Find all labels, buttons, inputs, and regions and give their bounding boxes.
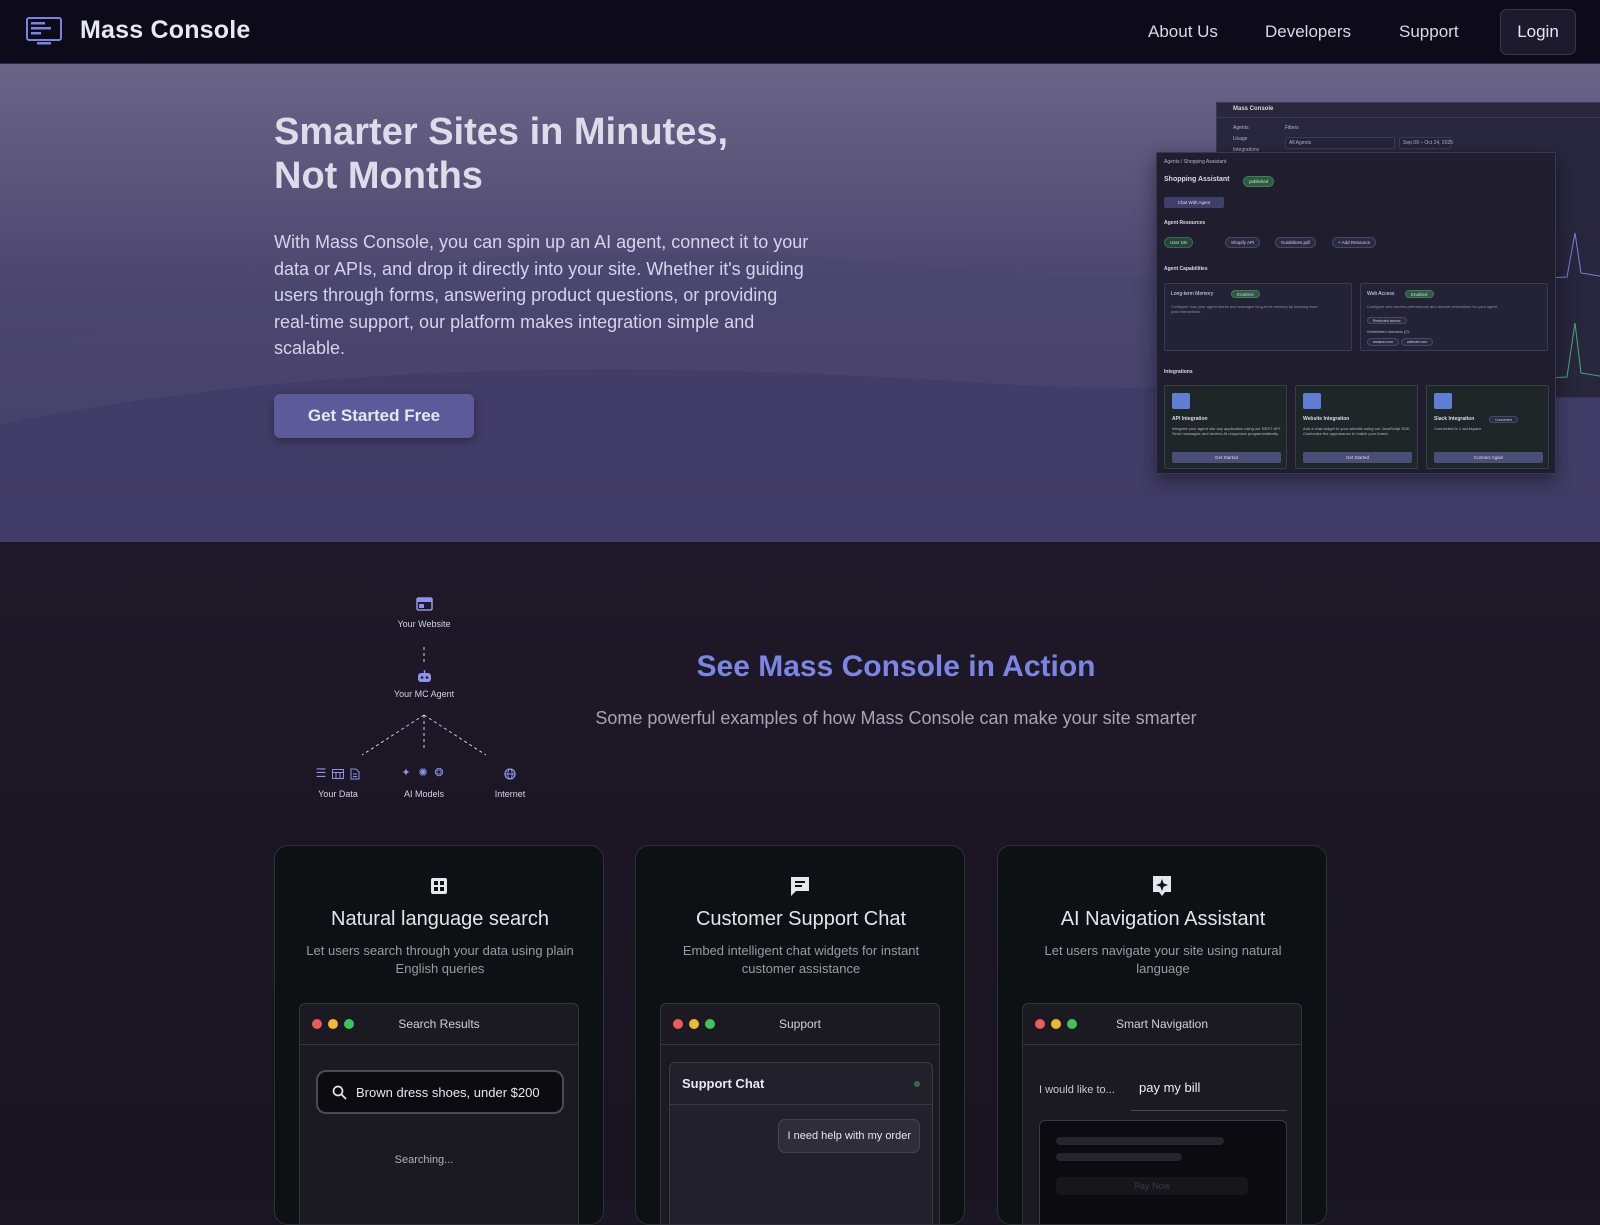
mockup-chat-with-agent-button: Chat With Agent [1164,197,1224,208]
website-icon [416,597,433,611]
mockup-back-menu-usage: Usage [1233,136,1248,142]
skeleton-line [1056,1153,1182,1161]
mockup-back-filters: Filters [1285,125,1299,131]
skeleton-line [1056,1137,1224,1145]
online-status-dot [914,1081,920,1087]
support-demo-window: Support Support Chat I need help with my… [660,1003,940,1224]
navigation-prompt-label: I would like to... [1039,1084,1115,1096]
mockup-api-integration-card: API Integration Integrate your agent int… [1164,385,1287,469]
mockup-back-brand: Mass Console [1233,106,1274,112]
mockup-integrations-title: Integrations [1164,369,1193,375]
window-titlebar: Smart Navigation [1023,1004,1301,1045]
login-button[interactable]: Login [1500,9,1576,55]
mockup-back-menu-agents: Agents [1233,125,1249,131]
search-input[interactable]: Brown dress shoes, under $200 [316,1070,564,1114]
model-icon: ❂ [434,767,444,779]
mockup-published-badge: published [1243,176,1275,187]
globe-icon [504,768,516,780]
card-title: Natural language search [331,908,549,930]
mockup-add-resource-button: + Add Resource [1332,237,1377,248]
monitor-logo-icon[interactable] [26,17,62,46]
mockup-capability-memory: Long-term Memory Enabled Configure how y… [1164,283,1352,351]
sparkle-navigation-icon [1153,876,1171,896]
mockup-back-agent-select: All Agents [1285,137,1395,149]
top-navbar: Mass Console About Us Developers Support… [0,0,1600,64]
mockup-slack-integration-card: Slack Integration Connected Connected to… [1426,385,1549,469]
brain-icon: ✺ [418,767,428,779]
section-title: See Mass Console in Action [696,650,1096,683]
card-title: Customer Support Chat [695,908,907,930]
diagram-your-data: Your Data [318,789,358,799]
mockup-back-date-range: Sep 09 – Oct 24, 2025 [1399,137,1453,149]
mockup-capabilities-title: Agent Capabilities [1164,266,1208,272]
mockup-capability-web-access: Web Access Enabled Configure web access … [1360,283,1548,351]
mockup-agent-name: Shopping Assistant [1164,176,1230,183]
navigation-result-skeleton: Pay Now [1039,1120,1287,1224]
chat-bubble-icon [791,877,809,896]
window-title: Smart Navigation [1115,1017,1209,1031]
hero-section: Smarter Sites in Minutes, Not Months Wit… [0,64,1600,542]
card-description: Embed intelligent chat widgets for insta… [682,943,920,976]
nav-link-developers[interactable]: Developers [1265,22,1351,42]
hero-description: With Mass Console, you can spin up an AI… [274,232,809,358]
window-title: Support [778,1017,822,1031]
get-started-button[interactable]: Get Started Free [274,394,474,438]
window-titlebar: Support [661,1004,939,1045]
mockup-resource-shopify: Shopify API [1225,237,1261,248]
table-icon [332,769,344,779]
mockup-resources-title: Agent Resources [1164,220,1206,226]
brand-name[interactable]: Mass Console [80,16,251,45]
mockup-resource-user-db: User DB [1164,237,1194,248]
support-chat-widget[interactable]: Support Chat I need help with my order [669,1062,933,1224]
mockup-website-integration-card: Website Integration Add a chat widget to… [1295,385,1418,469]
navigation-demo-window: Smart Navigation I would like to... pay … [1022,1003,1302,1224]
diagram-your-agent: Your MC Agent [393,689,455,699]
mockup-breadcrumb: Agents / Shopping Assistant [1164,159,1227,165]
pay-now-button[interactable]: Pay Now [1056,1177,1248,1195]
feature-card-search[interactable]: Natural language search Let users search… [274,845,604,1225]
document-icon [350,768,360,780]
agent-detail-mockup: Agents / Shopping Assistant Shopping Ass… [1156,152,1556,474]
grid-search-icon [431,878,447,894]
chat-header: Support Chat [670,1063,932,1105]
window-titlebar: Search Results [300,1004,578,1045]
search-demo-window: Search Results Brown dress shoes, under … [299,1003,579,1224]
navigation-input-underline [1131,1110,1287,1111]
nav-link-support[interactable]: Support [1399,22,1459,42]
sparkle-icon: ✦ [401,767,411,779]
search-query: Brown dress shoes, under $200 [356,1085,540,1100]
search-icon [332,1085,347,1100]
user-message-bubble: I need help with my order [778,1119,920,1153]
card-description: Let users navigate your site using natur… [1044,943,1282,976]
diagram-your-website: Your Website [397,619,451,629]
card-description: Let users search through your data using… [306,943,574,976]
section-subtitle: Some powerful examples of how Mass Conso… [595,708,1197,728]
searching-status: Searching... [394,1154,454,1166]
diagram-ai-models: AI Models [403,789,445,799]
chat-title: Support Chat [682,1076,765,1091]
window-title: Search Results [398,1017,480,1031]
nav-link-about[interactable]: About Us [1148,22,1218,42]
diagram-internet: Internet [494,789,526,799]
feature-card-support[interactable]: Customer Support Chat Embed intelligent … [635,845,965,1225]
navigation-input-value[interactable]: pay my bill [1139,1080,1200,1095]
list-icon: ☰ [315,766,327,780]
architecture-diagram: Your Website Your MC Agent ☰ Your Data ✦… [300,595,560,815]
card-title: AI Navigation Assistant [1060,908,1266,930]
feature-card-navigation[interactable]: AI Navigation Assistant Let users naviga… [997,845,1327,1225]
mockup-resource-guidelines: Guidelines.pdf [1275,237,1316,248]
hero-title: Smarter Sites in Minutes, Not Months [274,111,729,197]
robot-agent-icon [418,670,431,682]
